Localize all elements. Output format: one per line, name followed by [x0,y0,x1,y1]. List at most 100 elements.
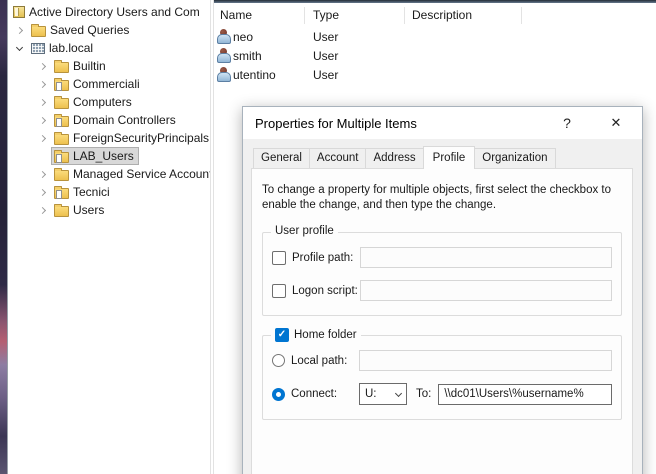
domain-icon [31,43,45,54]
tree-item-foreignsecurityprincipals[interactable]: ForeignSecurityPrincipals [8,129,210,147]
tree-item-body[interactable]: Builtin [51,57,111,75]
dialog-body: GeneralAccountAddressProfileOrganization… [243,139,642,474]
connect-to-input[interactable] [438,384,612,405]
tab-profile[interactable]: Profile [423,146,476,169]
home-folder-checkbox[interactable]: ✓ [275,328,289,342]
tree-item-lab-local[interactable]: lab.local [8,39,210,57]
tree-item-lab-users[interactable]: LAB_Users [8,147,210,165]
connect-radio[interactable] [272,388,285,401]
chevron-right-icon[interactable] [34,64,51,69]
tree-item-body[interactable]: Active Directory Users and Com [10,3,205,21]
chevron-right-icon[interactable] [34,190,51,195]
dialog-description-line2: enable the change, and then type the cha… [262,198,622,213]
tree-item-label: LAB_Users [73,149,134,163]
local-path-input[interactable] [359,350,612,371]
tree-item-label: lab.local [49,41,93,55]
tree-item-managed-service-accounts[interactable]: Managed Service Accounts [8,165,210,183]
tree-item-label: ForeignSecurityPrincipals [73,131,209,145]
tree-item-label: Managed Service Accounts [73,167,210,181]
tree-item-active-directory-users-and-com[interactable]: Active Directory Users and Com [8,3,210,21]
aduc-console-window: Active Directory Users and Com Saved Quer… [0,0,656,474]
dialog-description-line1: To change a property for multiple object… [262,183,622,198]
tree-item-label: Domain Controllers [73,113,176,127]
chevron-right-icon[interactable] [34,136,51,141]
local-path-radio[interactable] [272,354,285,367]
properties-dialog: Properties for Multiple Items ? ✕ Genera… [242,106,643,474]
tree-item-body[interactable]: Domain Controllers [51,111,181,129]
dialog-title: Properties for Multiple Items [255,116,417,131]
folder-icon [31,26,46,37]
tree-item-body[interactable]: LAB_Users [51,147,139,165]
close-button[interactable]: ✕ [596,107,636,139]
list-header: NameTypeDescription [214,3,656,27]
local-path-row: Local path: [272,350,612,371]
tree-item-body[interactable]: lab.local [28,39,98,57]
tree-item-label: Active Directory Users and Com [29,5,200,19]
chevron-right-icon[interactable] [34,172,51,177]
logon-script-checkbox[interactable] [272,284,286,298]
list-item-utentino[interactable]: utentino User [214,65,656,84]
list-item-smith[interactable]: smithUser [214,46,656,65]
list-item-neo[interactable]: neoUser [214,27,656,46]
column-header-description[interactable]: Description [405,7,522,24]
desktop-background [0,0,7,474]
tree-item-saved-queries[interactable]: Saved Queries [8,21,210,39]
tree-item-body[interactable]: Commerciali [51,75,145,93]
tree-item-users[interactable]: Users [8,201,210,219]
profile-tab-page: To change a property for multiple object… [251,168,633,474]
chevron-down-icon[interactable] [11,47,28,50]
column-header-name[interactable]: Name [214,7,305,24]
connect-row: Connect: U: To: [272,383,612,405]
type-cell: User [305,68,405,82]
home-folder-group-label: ✓ Home folder [271,328,361,342]
tree-item-body[interactable]: Managed Service Accounts [51,165,210,183]
console-root-icon [13,6,25,18]
logon-script-row: Logon script: [272,280,612,301]
tree-item-body[interactable]: ForeignSecurityPrincipals [51,129,210,147]
tree-item-body[interactable]: Tecnici [51,183,115,201]
tab-general[interactable]: General [253,148,310,168]
chevron-right-icon[interactable] [34,100,51,105]
chevron-right-icon[interactable] [11,28,28,33]
connect-label: Connect: [291,388,359,400]
drive-letter-select[interactable]: U: [359,383,407,405]
tree-item-commerciali[interactable]: Commerciali [8,75,210,93]
type-cell: User [305,30,405,44]
tree-item-builtin[interactable]: Builtin [8,57,210,75]
local-path-label: Local path: [291,355,359,367]
column-header-type[interactable]: Type [305,7,405,24]
tree-item-body[interactable]: Users [51,201,109,219]
tree-item-label: Saved Queries [50,23,129,37]
chevron-right-icon[interactable] [34,208,51,213]
folder-icon [54,134,69,145]
tree-item-body[interactable]: Computers [51,93,137,111]
logon-script-input[interactable] [360,280,612,301]
console-tree: Active Directory Users and Com Saved Quer… [8,0,210,474]
list-rows: neoUsersmithUser utentino User [214,27,656,84]
tree-item-label: Users [73,203,104,217]
tree-item-tecnici[interactable]: Tecnici [8,183,210,201]
profile-path-row: Profile path: [272,247,612,268]
profile-path-input[interactable] [360,247,612,268]
connect-to-label: To: [416,388,431,400]
user-name: utentino [233,68,276,82]
help-button[interactable]: ? [550,107,584,139]
tab-account[interactable]: Account [309,148,367,168]
dialog-titlebar[interactable]: Properties for Multiple Items ? ✕ [243,107,642,139]
chevron-right-icon[interactable] [34,118,51,123]
chevron-right-icon[interactable] [34,82,51,87]
dropdown-chevron-icon [395,389,402,396]
home-folder-group: ✓ Home folder Local path: Connect: U: [262,335,622,420]
tab-organization[interactable]: Organization [474,148,555,168]
ou-folder-icon [54,188,69,199]
folder-icon [54,62,69,73]
tree-item-body[interactable]: Saved Queries [28,21,134,39]
ou-folder-icon [54,80,69,91]
tree-item-computers[interactable]: Computers [8,93,210,111]
profile-path-checkbox[interactable] [272,251,286,265]
tree-item-domain-controllers[interactable]: Domain Controllers [8,111,210,129]
tab-address[interactable]: Address [365,148,423,168]
user-icon [216,48,230,63]
tree-item-label: Commerciali [73,77,140,91]
name-cell: utentino [214,67,305,82]
